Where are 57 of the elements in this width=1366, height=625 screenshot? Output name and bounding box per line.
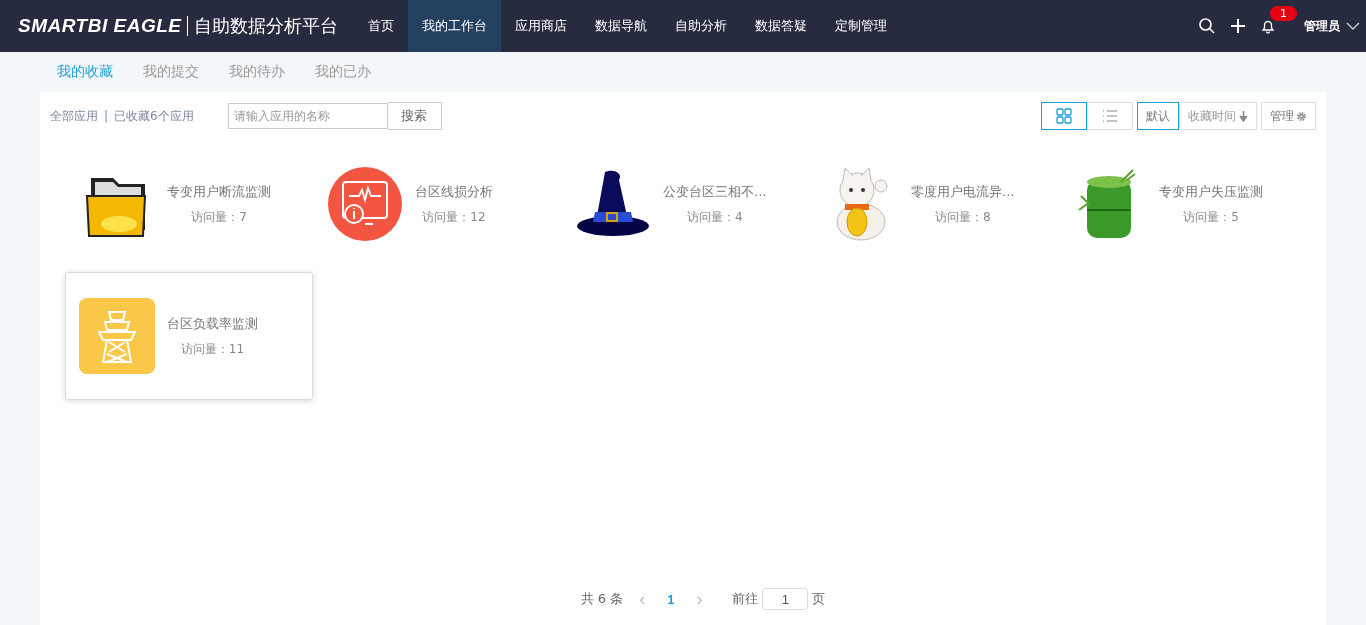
visit-count: 访问量：11 — [180, 340, 245, 358]
nav-tab[interactable]: 定制管理 — [821, 0, 902, 52]
search-button[interactable]: 搜索 — [387, 102, 442, 130]
app-card[interactable]: 台区负载率监测 访问量：11 — [65, 272, 313, 400]
page-number[interactable]: 1 — [661, 590, 681, 608]
favorites-count: 已收藏6个应用 — [114, 107, 194, 125]
chevron-down-icon[interactable] — [1346, 21, 1360, 31]
app-card[interactable]: 公变台区三相不... 访问量：4 — [561, 140, 809, 268]
logo-text: SMARTBI EAGLE — [18, 15, 182, 37]
gear-icon — [1296, 110, 1307, 122]
nav-tab[interactable]: 自助分析 — [661, 0, 742, 52]
sub-tab[interactable]: 我的已办 — [315, 63, 371, 81]
app-card[interactable]: 零度用户电流异... 访问量：8 — [809, 140, 1057, 268]
visit-count: 访问量：8 — [934, 208, 991, 226]
visit-count: 访问量：7 — [191, 208, 247, 226]
sub-tab[interactable]: 我的待办 — [229, 63, 285, 81]
power-tower-icon — [79, 298, 155, 374]
sort-button[interactable]: 默认 — [1137, 102, 1179, 130]
app-name: 公变台区三相不... — [663, 182, 767, 201]
visit-count: 访问量：4 — [686, 208, 743, 226]
list-icon — [1102, 110, 1118, 122]
nav-tab[interactable]: 应用商店 — [501, 0, 582, 52]
platform-title: 自助数据分析平台 — [194, 14, 339, 38]
app-name: 专变用户断流监测 — [167, 182, 271, 201]
user-menu[interactable]: 管理员 — [1304, 17, 1340, 35]
grid-view-button[interactable] — [1041, 102, 1087, 130]
total-count: 共 6 条 — [580, 590, 624, 608]
app-name: 台区负载率监测 — [167, 314, 258, 333]
app-name: 台区线损分析 — [415, 182, 493, 201]
page-unit: 页 — [812, 590, 826, 608]
separator-text: | — [104, 109, 109, 123]
app-name: 零度用户电流异... — [911, 182, 1015, 201]
nav-tab[interactable]: 数据导航 — [581, 0, 662, 52]
all-apps-link[interactable]: 全部应用 — [50, 107, 98, 125]
nav-tab[interactable]: 首页 — [354, 0, 409, 52]
app-card[interactable]: 专变用户失压监测 访问量：5 — [1057, 140, 1305, 268]
plus-icon[interactable] — [1230, 18, 1246, 34]
visit-count: 访问量：5 — [1183, 208, 1239, 226]
notification-badge: 1 — [1270, 6, 1297, 21]
app-card[interactable]: 台区线损分析 访问量：12 — [313, 140, 561, 268]
arrow-down-icon — [1239, 110, 1248, 122]
app-name: 专变用户失压监测 — [1159, 182, 1263, 201]
search-icon[interactable] — [1198, 17, 1216, 35]
app-card[interactable]: 专变用户断流监测 访问量：7 — [65, 140, 313, 268]
nav-tab[interactable]: 我的工作台 — [408, 0, 502, 52]
goto-label: 前往 — [732, 590, 759, 608]
page-input[interactable]: 1 — [762, 588, 809, 610]
bell-icon[interactable] — [1260, 18, 1276, 34]
sort-button[interactable]: 收藏时间 — [1179, 102, 1257, 130]
monitor-icon — [327, 166, 403, 242]
sub-tab[interactable]: 我的提交 — [143, 63, 199, 81]
manage-button[interactable]: 管理 — [1261, 102, 1316, 130]
search-field[interactable]: 请输入应用的名称 — [227, 103, 388, 129]
visit-count: 访问量：12 — [422, 208, 486, 226]
sub-tab[interactable]: 我的收藏 — [57, 63, 113, 81]
nav-tab[interactable]: 数据答疑 — [741, 0, 822, 52]
grid-icon — [1056, 108, 1072, 124]
